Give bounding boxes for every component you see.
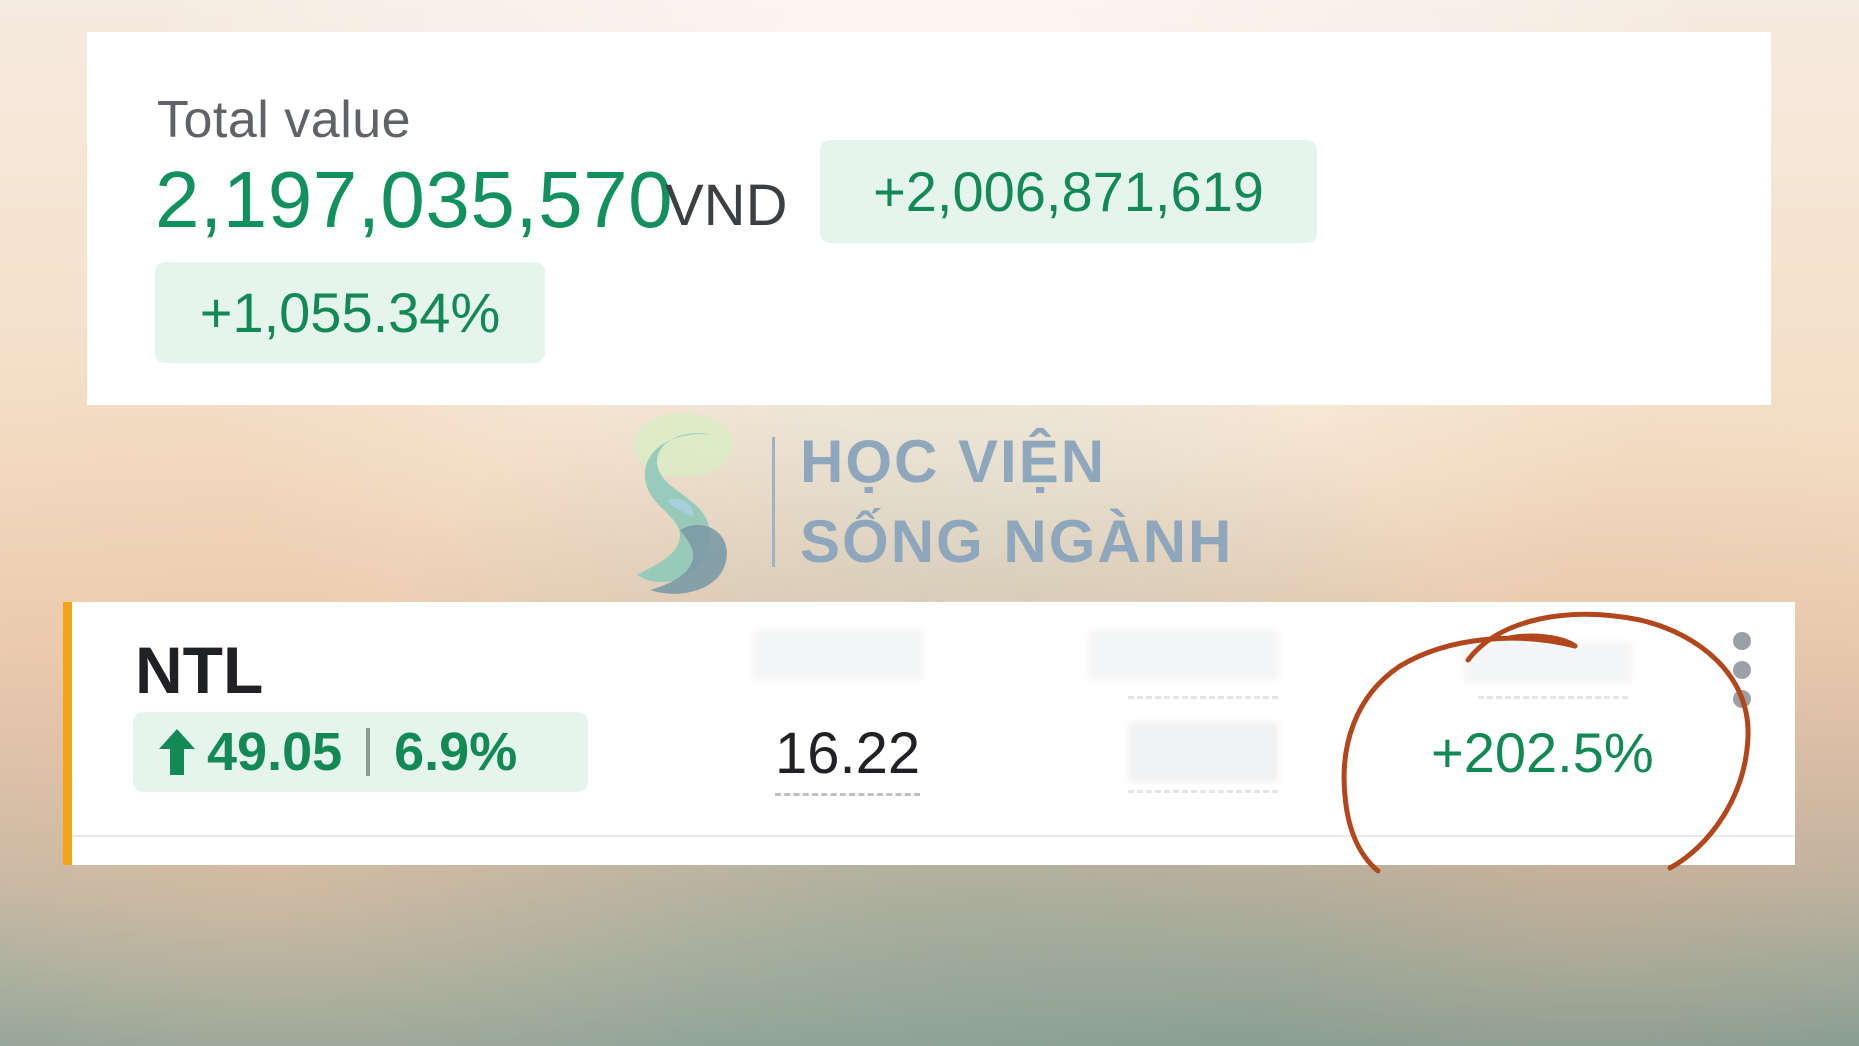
total-value-card: Total value 2,197,035,570 VND +2,006,871… bbox=[87, 32, 1771, 405]
blurred-value bbox=[1128, 722, 1278, 782]
absolute-change-badge: +2,006,871,619 bbox=[820, 140, 1317, 243]
badge-separator bbox=[366, 728, 371, 776]
price-value: 16.22 bbox=[775, 720, 921, 796]
row-accent-bar bbox=[63, 602, 72, 865]
watermark-divider bbox=[772, 437, 775, 567]
up-arrow-icon bbox=[159, 729, 195, 775]
hand-drawn-circle-annotation bbox=[1341, 611, 1751, 874]
s-swirl-logo-icon bbox=[633, 413, 733, 594]
daily-change-percent: 6.9% bbox=[394, 722, 518, 782]
blurred-underline-2 bbox=[1128, 696, 1278, 699]
daily-change-value: 49.05 bbox=[207, 722, 343, 782]
watermark-line-1: HỌC VIỆN bbox=[800, 428, 1107, 495]
blurred-header-1 bbox=[753, 630, 923, 680]
absolute-change-value: +2,006,871,619 bbox=[873, 160, 1264, 223]
total-value-label: Total value bbox=[157, 91, 412, 149]
currency-label: VND bbox=[665, 173, 788, 238]
blurred-underline-1 bbox=[1128, 790, 1278, 793]
daily-change-badge: 49.05 6.9% bbox=[133, 712, 588, 792]
percent-change-value: +1,055.34% bbox=[199, 281, 501, 344]
percent-change-badge: +1,055.34% bbox=[155, 262, 545, 363]
ticker-symbol: NTL bbox=[135, 633, 264, 707]
total-value-amount: 2,197,035,570 bbox=[155, 155, 674, 244]
blurred-header-2 bbox=[1088, 630, 1278, 680]
watermark: HỌC VIỆN SỐNG NGÀNH bbox=[625, 405, 1265, 605]
watermark-line-2: SỐNG NGÀNH bbox=[800, 508, 1234, 575]
